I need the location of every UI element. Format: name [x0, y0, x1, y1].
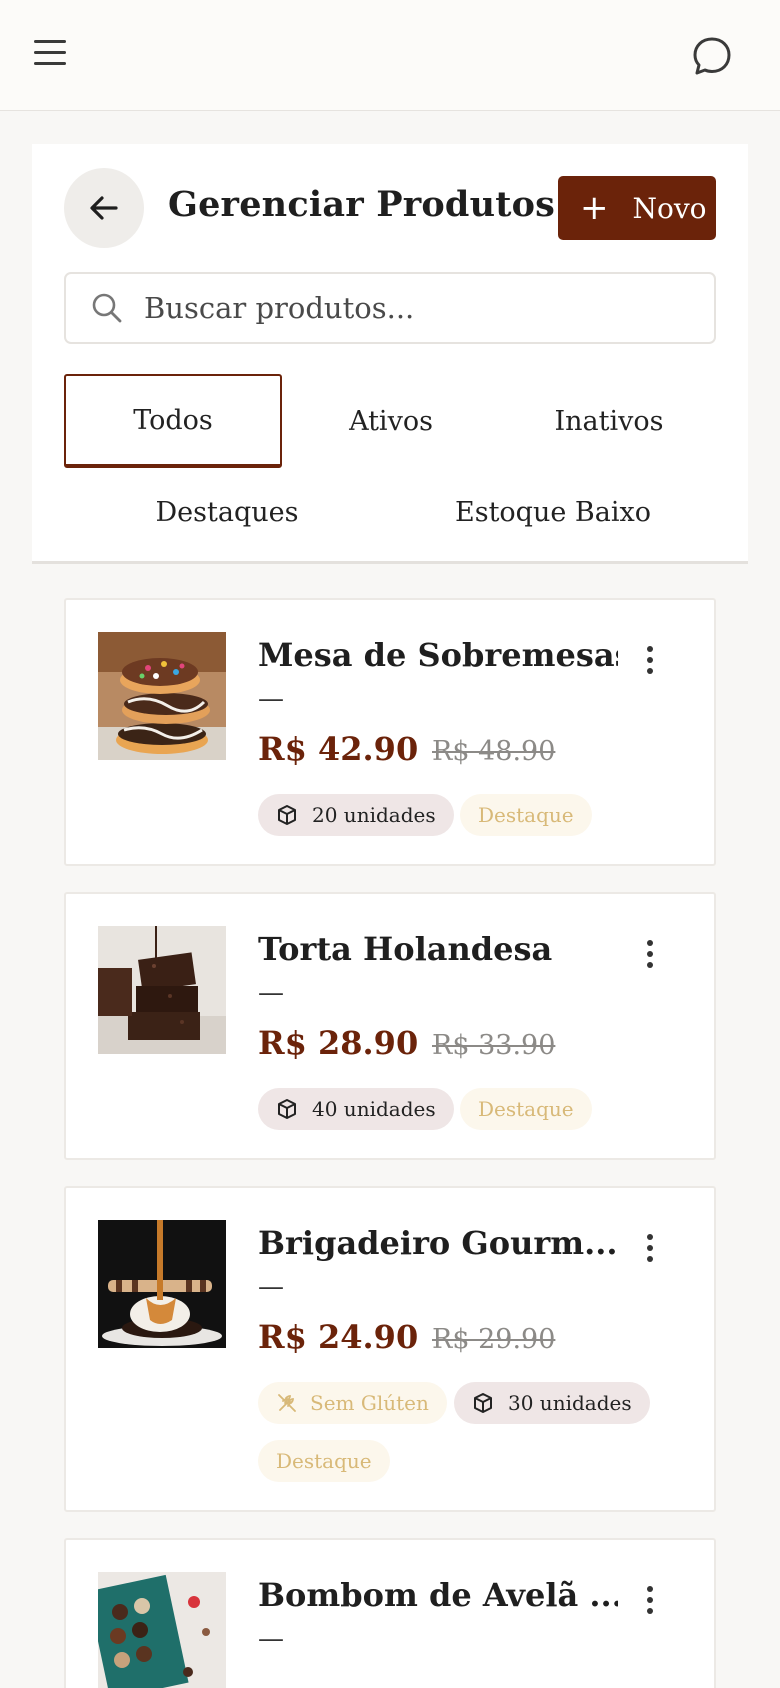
- product-card[interactable]: Torta Holandesa — R$ 28.90 R$ 33.90 40 u…: [64, 892, 716, 1160]
- product-price: R$ 42.90: [258, 730, 419, 768]
- more-options-icon[interactable]: [644, 940, 656, 972]
- header-panel: Gerenciar Produtos + Novo Todos Ativos I…: [32, 144, 748, 564]
- tab-destaques[interactable]: Destaques: [64, 482, 390, 542]
- arrow-left-icon: [90, 196, 118, 220]
- chat-bubble-icon[interactable]: [690, 34, 734, 78]
- stock-badge: 20 unidades: [258, 794, 454, 836]
- product-image-donuts: [98, 632, 226, 760]
- product-image-brownie: [98, 926, 226, 1054]
- search-icon: [92, 293, 122, 323]
- more-options-icon[interactable]: [644, 1586, 656, 1618]
- new-product-button[interactable]: + Novo: [558, 176, 716, 240]
- product-name: Mesa de Sobremesas: [258, 636, 618, 674]
- gluten-free-label: Sem Glúten: [310, 1391, 429, 1415]
- more-options-icon[interactable]: [644, 646, 656, 678]
- product-image-dessert: [98, 1220, 226, 1348]
- product-subtitle: —: [258, 1272, 284, 1302]
- tab-ativos[interactable]: Ativos: [282, 374, 500, 468]
- product-name: Brigadeiro Gourm...: [258, 1224, 618, 1262]
- box-icon: [278, 1099, 296, 1119]
- stock-label: 20 unidades: [312, 803, 436, 827]
- tab-estoque-baixo[interactable]: Estoque Baixo: [390, 482, 716, 542]
- box-icon: [474, 1393, 492, 1413]
- stock-badge: 40 unidades: [258, 1088, 454, 1130]
- product-name: Bombom de Avelã ...: [258, 1576, 618, 1614]
- top-app-bar: [0, 0, 780, 111]
- stock-label: 40 unidades: [312, 1097, 436, 1121]
- featured-badge: Destaque: [460, 794, 592, 836]
- product-old-price: R$ 29.90: [432, 1324, 556, 1355]
- product-subtitle: —: [258, 684, 284, 714]
- product-subtitle: —: [258, 978, 284, 1008]
- product-card[interactable]: Bombom de Avelã ... —: [64, 1538, 716, 1688]
- new-button-label: Novo: [632, 191, 707, 225]
- box-icon: [278, 805, 296, 825]
- featured-badge: Destaque: [460, 1088, 592, 1130]
- product-old-price: R$ 33.90: [432, 1030, 556, 1061]
- product-card[interactable]: Brigadeiro Gourm... — R$ 24.90 R$ 29.90 …: [64, 1186, 716, 1512]
- stock-badge: 30 unidades: [454, 1382, 650, 1424]
- hamburger-menu-icon[interactable]: [34, 40, 70, 70]
- gluten-free-badge: Sem Glúten: [258, 1382, 447, 1424]
- more-options-icon[interactable]: [644, 1234, 656, 1266]
- product-price: R$ 24.90: [258, 1318, 419, 1356]
- product-old-price: R$ 48.90: [432, 736, 556, 767]
- wheat-off-icon: [278, 1394, 296, 1412]
- search-box: [64, 272, 716, 344]
- product-subtitle: —: [258, 1624, 284, 1654]
- back-button[interactable]: [64, 168, 144, 248]
- product-image-bonbons: [98, 1572, 226, 1688]
- plus-icon: +: [580, 188, 609, 228]
- product-name: Torta Holandesa: [258, 930, 553, 968]
- product-card[interactable]: Mesa de Sobremesas — R$ 42.90 R$ 48.90 2…: [64, 598, 716, 866]
- page-title: Gerenciar Produtos: [168, 184, 556, 225]
- featured-badge: Destaque: [258, 1440, 390, 1482]
- product-price: R$ 28.90: [258, 1024, 419, 1062]
- search-input[interactable]: [144, 291, 704, 325]
- stock-label: 30 unidades: [508, 1391, 632, 1415]
- tab-inativos[interactable]: Inativos: [500, 374, 718, 468]
- tab-todos[interactable]: Todos: [64, 374, 282, 468]
